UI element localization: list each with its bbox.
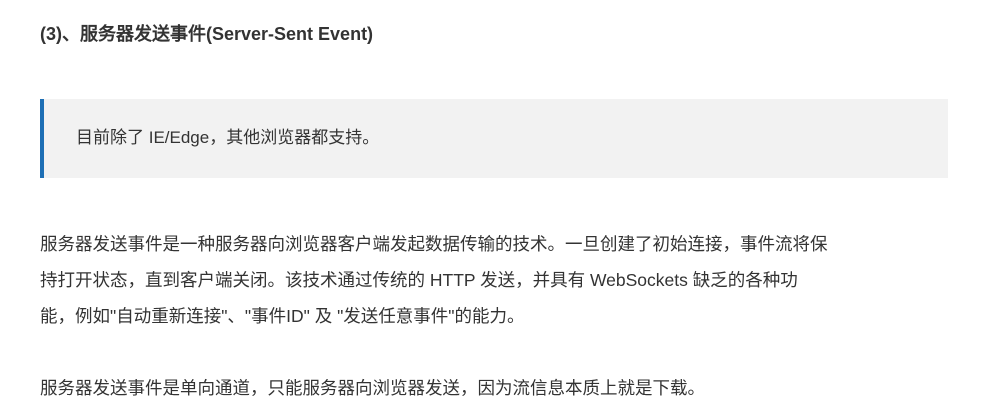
browser-support-note: 目前除了 IE/Edge，其他浏览器都支持。 — [40, 99, 948, 178]
paragraph-description: 服务器发送事件是一种服务器向浏览器客户端发起数据传输的技术。一旦创建了初始连接，… — [40, 226, 940, 334]
paragraph-line: 持打开状态，直到客户端关闭。该技术通过传统的 HTTP 发送，并具有 WebSo… — [40, 270, 798, 290]
paragraph-line: 服务器发送事件是一种服务器向浏览器客户端发起数据传输的技术。一旦创建了初始连接，… — [40, 234, 828, 254]
note-text: 目前除了 IE/Edge，其他浏览器都支持。 — [76, 128, 380, 147]
section-heading: (3)、服务器发送事件(Server-Sent Event) — [40, 24, 374, 44]
paragraph-one-way: 服务器发送事件是单向通道，只能服务器向浏览器发送，因为流信息本质上就是下载。 — [40, 378, 705, 398]
paragraph-line: 能，例如"自动重新连接"、"事件ID" 及 "发送任意事件"的能力。 — [40, 306, 525, 326]
